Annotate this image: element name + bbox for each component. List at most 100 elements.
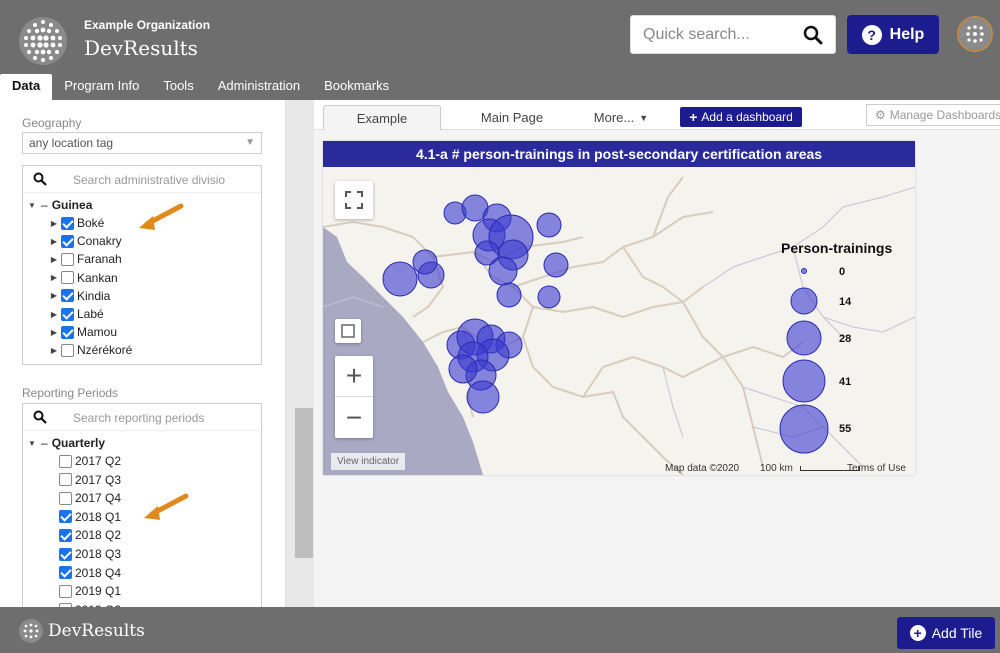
checkbox[interactable] [61,325,74,339]
checkbox[interactable] [61,289,74,303]
zoom-extent-button[interactable] [335,319,361,343]
expand-icon[interactable]: ▶ [49,346,59,355]
map-bubble[interactable] [496,282,522,308]
period-tree-item[interactable]: 2017 Q4 [57,489,121,507]
period-tree-item[interactable]: 2018 Q2 [57,526,121,544]
view-indicator-link[interactable]: View indicator [331,453,406,470]
help-label: Help [889,25,925,43]
geography-tree-item[interactable]: ▶ Boké [49,214,104,232]
tab-main-page[interactable]: Main Page [462,105,562,130]
help-button[interactable]: ? Help [847,15,939,54]
map-bubble[interactable] [448,354,478,384]
period-tree-label: 2019 Q1 [75,584,122,599]
geography-tree-item[interactable]: ▶ Labé [49,305,104,323]
expand-icon[interactable]: ▶ [49,219,59,228]
period-tree-item[interactable]: 2018 Q3 [57,545,121,563]
geography-tree-label: Boké [77,216,105,230]
collapse-icon[interactable]: ▼ [27,201,37,210]
geography-tree-item[interactable]: ▶ Conakry [49,232,122,250]
zoom-out-button[interactable]: − [335,397,373,438]
expand-icon[interactable]: ▶ [49,237,59,246]
period-tree-item[interactable]: 2018 Q4 [57,564,121,582]
geography-search-placeholder: Search administrative divisio [73,173,226,187]
tree-root-quarterly[interactable]: ▼ – Quarterly [27,434,105,452]
period-tree-label: 2017 Q4 [75,491,122,506]
checkbox[interactable] [61,252,74,266]
map-bubble[interactable] [537,285,561,309]
fullscreen-icon [345,191,363,209]
legend-value-0: 0 [839,266,846,278]
legend-value-55: 55 [839,423,852,435]
tree-root-guinea[interactable]: ▼ – Guinea [27,196,92,214]
question-icon: ? [861,24,882,45]
geography-search-input[interactable]: Search administrative divisio [23,166,261,193]
fullscreen-button[interactable] [335,181,373,219]
reporting-periods-label: Reporting Periods [22,386,119,400]
map-bubble[interactable] [382,261,418,297]
legend-title: Person-trainings [781,240,893,256]
search-icon[interactable] [803,25,823,45]
geography-tree-item[interactable]: ▶ Mamou [49,323,117,341]
add-tile-button[interactable]: + Add Tile [897,617,995,649]
checkbox[interactable] [61,271,74,285]
terms-of-use-link[interactable]: Terms of Use [847,463,906,474]
map-bubble[interactable] [488,256,518,286]
checkbox[interactable] [61,216,74,230]
map-bubble[interactable] [412,249,438,275]
period-tree-item[interactable]: 2018 Q1 [57,508,121,526]
expand-icon[interactable]: ▶ [49,310,59,319]
bubble-map[interactable]: + − View indicator Person-trainings 0 14… [323,167,915,475]
tab-example[interactable]: Example [323,105,441,130]
quick-search-input[interactable]: Quick search... [630,15,836,54]
chevron-down-icon: ▼ [245,137,255,148]
nav-tab-tools[interactable]: Tools [151,74,205,100]
manage-dashboards-button[interactable]: ⚙ Manage Dashboards [866,104,1000,126]
tree-root-label: Quarterly [51,436,106,450]
geography-tree-item[interactable]: ▶ Kankan [49,269,118,287]
map-bubble[interactable] [536,212,562,238]
checkbox[interactable] [59,454,72,468]
checkbox[interactable] [61,307,74,321]
checkbox[interactable] [59,528,72,542]
globe-avatar-icon [959,18,991,50]
checkbox[interactable] [59,584,72,598]
nav-tab-program-info[interactable]: Program Info [52,74,151,100]
period-tree-item[interactable]: 2017 Q2 [57,452,121,470]
expand-icon[interactable]: ▶ [49,273,59,282]
tab-more[interactable]: More... ▼ [586,105,656,130]
add-dashboard-button[interactable]: + Add a dashboard [680,107,802,127]
checkbox[interactable] [61,234,74,248]
checkbox[interactable] [59,547,72,561]
map-data-credit: Map data ©2020 [665,463,740,474]
nav-tab-bookmarks[interactable]: Bookmarks [312,74,401,100]
geography-tree-item[interactable]: ▶ Kindia [49,287,110,305]
geography-tree-item[interactable]: ▶ Faranah [49,250,122,268]
avatar[interactable] [957,16,993,52]
period-tree-label: 2017 Q2 [75,454,122,468]
expand-icon[interactable]: ▶ [49,328,59,337]
geography-tree-item[interactable]: ▶ Nzérékoré [49,341,132,359]
period-tree-item[interactable]: 2019 Q1 [57,582,121,600]
map-bubble[interactable] [466,380,500,414]
checkbox[interactable] [59,510,72,524]
location-tag-select[interactable]: any location tag ▼ [22,132,262,154]
checkbox[interactable] [59,566,72,580]
globe-logo-icon[interactable] [18,16,68,66]
expand-icon[interactable]: ▶ [49,255,59,264]
collapse-icon[interactable]: ▼ [27,439,37,448]
nav-tab-data[interactable]: Data [0,74,53,100]
map-bubble[interactable] [543,252,569,278]
checkbox[interactable] [59,491,72,505]
checkbox[interactable] [59,473,72,487]
period-tree-item[interactable]: 2017 Q3 [57,471,121,489]
checkbox[interactable] [61,343,74,357]
map-tile[interactable]: 4.1-a # person-trainings in post-seconda… [323,141,915,475]
add-tile-label: Add Tile [931,625,983,641]
geography-tree-label: Kindia [77,288,111,303]
panel-scrollbar-thumb[interactable] [295,408,313,558]
periods-search-input[interactable]: Search reporting periods [23,404,261,431]
gear-icon: ⚙ [875,108,886,122]
nav-tab-administration[interactable]: Administration [206,74,312,100]
zoom-in-button[interactable]: + [335,356,373,397]
expand-icon[interactable]: ▶ [49,291,59,300]
